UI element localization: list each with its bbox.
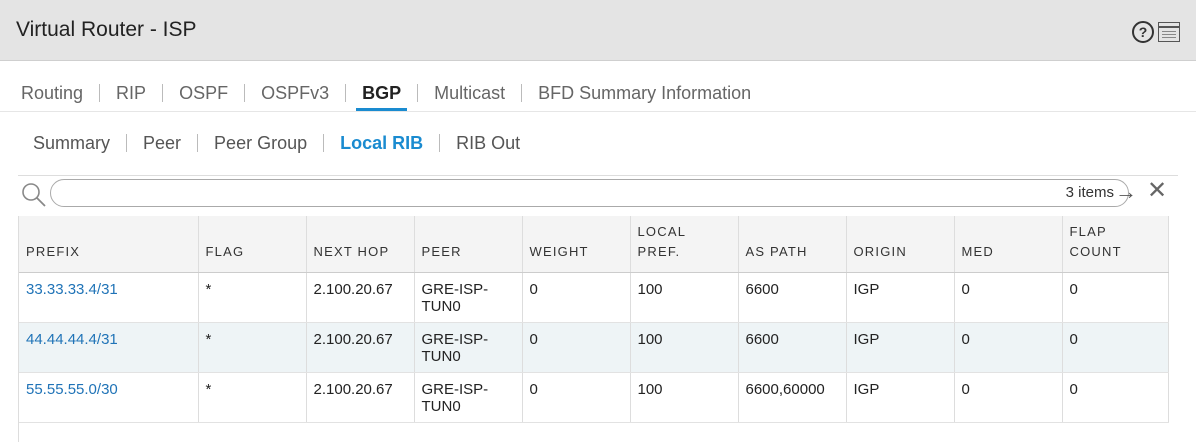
subtab-summary[interactable]: Summary	[0, 131, 126, 155]
search-icon	[22, 183, 46, 207]
tab-rip[interactable]: RIP	[100, 81, 162, 105]
column-header-local-pref[interactable]: LOCAL PREF.	[630, 216, 739, 273]
tab-multicast[interactable]: Multicast	[418, 81, 521, 105]
column-header-peer[interactable]: PEER	[414, 216, 523, 273]
apply-filter-icon[interactable]: →	[1115, 180, 1137, 204]
help-icon[interactable]: ?	[1132, 21, 1154, 43]
table-row[interactable]: 55.55.55.0/30 * 2.100.20.67 GRE-ISP-TUN0…	[19, 372, 1169, 423]
cell-flag: *	[198, 272, 307, 323]
cell-next-hop: 2.100.20.67	[306, 322, 415, 373]
cell-flap-count: 0	[1062, 322, 1169, 373]
subtab-peer-group[interactable]: Peer Group	[198, 131, 323, 155]
cell-origin: IGP	[846, 322, 955, 373]
clear-filter-icon[interactable]: ✕	[1147, 179, 1167, 203]
cell-local-pref: 100	[630, 372, 739, 423]
cell-as-path: 6600	[738, 322, 847, 373]
cell-local-pref: 100	[630, 272, 739, 323]
window-title: Virtual Router - ISP	[16, 18, 197, 41]
column-header-flag[interactable]: FLAG	[198, 216, 307, 273]
tab-routing[interactable]: Routing	[0, 81, 99, 105]
column-header-origin[interactable]: ORIGIN	[846, 216, 955, 273]
cell-as-path: 6600	[738, 272, 847, 323]
subtab-peer[interactable]: Peer	[127, 131, 197, 155]
column-header-weight[interactable]: WEIGHT	[522, 216, 631, 273]
cell-next-hop: 2.100.20.67	[306, 372, 415, 423]
cell-origin: IGP	[846, 372, 955, 423]
tab-ospfv3[interactable]: OSPFv3	[245, 81, 345, 105]
column-header-med[interactable]: MED	[954, 216, 1063, 273]
tab-bgp[interactable]: BGP	[346, 81, 417, 111]
table-row[interactable]: 44.44.44.4/31 * 2.100.20.67 GRE-ISP-TUN0…	[19, 322, 1169, 373]
table-row[interactable]: 33.33.33.4/31 * 2.100.20.67 GRE-ISP-TUN0…	[19, 272, 1169, 323]
cell-flag: *	[198, 372, 307, 423]
items-count: 3 items	[1065, 184, 1114, 201]
cell-peer: GRE-ISP-TUN0	[414, 372, 523, 423]
cell-flap-count: 0	[1062, 372, 1169, 423]
column-header-as-path[interactable]: AS PATH	[738, 216, 847, 273]
column-header-prefix[interactable]: PREFIX	[19, 216, 199, 273]
cell-med: 0	[954, 322, 1063, 373]
cell-weight: 0	[522, 272, 631, 323]
tab-divider	[0, 111, 1196, 112]
main-tab-bar: Routing RIP OSPF OSPFv3 BGP Multicast BF…	[0, 78, 767, 111]
tab-bfd-summary[interactable]: BFD Summary Information	[522, 81, 767, 105]
window-tools: ?	[1132, 21, 1180, 43]
tab-ospf[interactable]: OSPF	[163, 81, 244, 105]
table-header-row: PREFIX FLAG NEXT HOP PEER WEIGHT LOCAL P…	[19, 216, 1169, 273]
cell-med: 0	[954, 272, 1063, 323]
cell-local-pref: 100	[630, 322, 739, 373]
cell-weight: 0	[522, 322, 631, 373]
column-header-flap-count[interactable]: FLAP COUNT	[1062, 216, 1169, 273]
search-input[interactable]: 3 items	[50, 179, 1129, 207]
cell-prefix[interactable]: 55.55.55.0/30	[19, 372, 199, 423]
window-icon[interactable]	[1158, 22, 1180, 42]
cell-prefix[interactable]: 44.44.44.4/31	[19, 322, 199, 373]
filter-bar: 3 items → ✕	[18, 175, 1178, 216]
cell-next-hop: 2.100.20.67	[306, 272, 415, 323]
column-header-next-hop[interactable]: NEXT HOP	[306, 216, 415, 273]
window-title-bar: Virtual Router - ISP ?	[0, 0, 1196, 61]
cell-peer: GRE-ISP-TUN0	[414, 322, 523, 373]
cell-flap-count: 0	[1062, 272, 1169, 323]
cell-flag: *	[198, 322, 307, 373]
cell-as-path: 6600,60000	[738, 372, 847, 423]
cell-prefix[interactable]: 33.33.33.4/31	[19, 272, 199, 323]
cell-origin: IGP	[846, 272, 955, 323]
cell-med: 0	[954, 372, 1063, 423]
subtab-rib-out[interactable]: RIB Out	[440, 131, 536, 155]
local-rib-table: PREFIX FLAG NEXT HOP PEER WEIGHT LOCAL P…	[18, 216, 1178, 442]
cell-weight: 0	[522, 372, 631, 423]
sub-tab-bar: Summary Peer Peer Group Local RIB RIB Ou…	[0, 130, 536, 156]
subtab-local-rib[interactable]: Local RIB	[324, 131, 439, 155]
cell-peer: GRE-ISP-TUN0	[414, 272, 523, 323]
